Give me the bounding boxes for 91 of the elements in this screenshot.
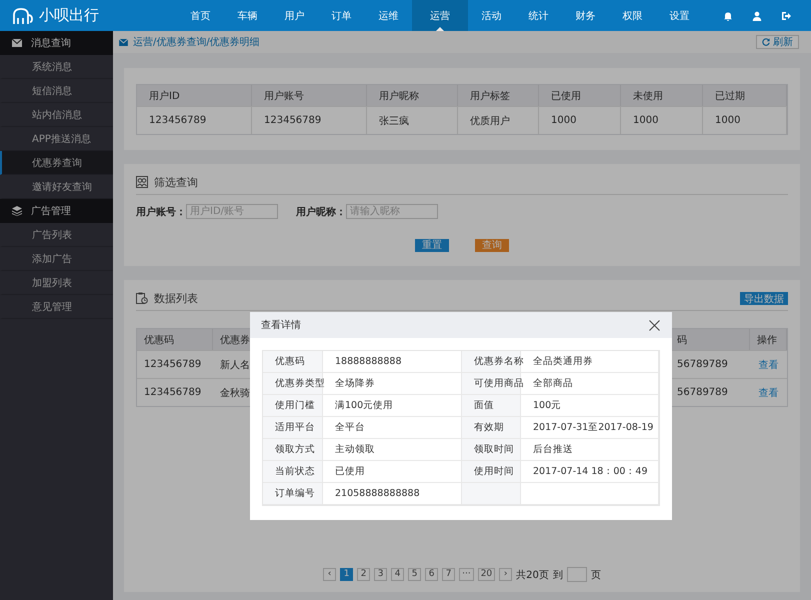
field-label: 用户昵称： xyxy=(296,205,346,218)
refresh-icon xyxy=(762,38,770,46)
group-label: 广告管理 xyxy=(31,204,71,218)
close-icon[interactable] xyxy=(649,320,660,330)
breadcrumb: 运营/优惠券查询/优惠券明细 xyxy=(133,36,260,49)
page-button[interactable]: 7 xyxy=(442,568,456,581)
table-cell: 张三疯 xyxy=(367,106,458,134)
page-unit: 页 xyxy=(590,568,601,582)
column-header: 已过期 xyxy=(703,85,787,106)
page-button[interactable]: 3 xyxy=(374,568,388,581)
page-input[interactable] xyxy=(566,567,587,582)
bell-icon[interactable] xyxy=(723,10,733,20)
detail-value: 100元 xyxy=(521,395,659,417)
detail-label: 优惠券名称 xyxy=(462,351,521,373)
goto-label: 到 xyxy=(552,568,563,582)
detail-label: 适用平台 xyxy=(263,417,323,439)
table-cell: 123456789 xyxy=(137,106,252,134)
section-title: 数据列表 xyxy=(154,290,198,306)
detail-value: 2017-07-14 18：00：49 xyxy=(521,461,659,483)
detail-label: 使用时间 xyxy=(462,461,521,483)
export-button[interactable]: 导出数据 xyxy=(740,292,788,304)
page-total: 共20页 xyxy=(516,568,549,582)
nav-tab[interactable]: 用户 xyxy=(271,0,318,31)
detail-label: 可使用商品 xyxy=(462,373,521,395)
nav-tab[interactable]: 运营 xyxy=(412,0,468,31)
nav-tab[interactable]: 活动 xyxy=(468,0,515,31)
column-header: 操作 xyxy=(750,329,787,350)
nav-tab[interactable]: 车辆 xyxy=(224,0,271,31)
table-cell: 123456789 xyxy=(252,106,367,134)
nav-tab[interactable]: 首页 xyxy=(177,0,224,31)
column-header: 用户ID xyxy=(137,85,252,106)
envelope-icon xyxy=(12,39,22,47)
detail-value: 2017-07-31至2017-08-19 xyxy=(521,417,659,439)
page-button[interactable]: 2 xyxy=(357,568,370,581)
people-icon xyxy=(136,176,148,188)
detail-label: 优惠码 xyxy=(263,351,323,373)
column-header: 用户昵称 xyxy=(367,85,458,106)
refresh-button[interactable]: 刷新 xyxy=(756,35,799,49)
page-button[interactable]: ··· xyxy=(459,568,474,581)
detail-label: 有效期 xyxy=(462,417,521,439)
app-logo-text: 小呗出行 xyxy=(39,6,99,25)
detail-label: 使用门槛 xyxy=(263,395,323,417)
detail-value: 后台推送 xyxy=(521,439,659,461)
table-cell: 1000 xyxy=(703,106,787,134)
nav-tab[interactable]: 统计 xyxy=(515,0,562,31)
detail-label: 优惠券类型 xyxy=(263,373,323,395)
envelope-icon xyxy=(119,38,128,46)
nav-tab[interactable]: 设置 xyxy=(656,0,703,31)
input-field[interactable]: 用户ID/账号 xyxy=(186,204,278,219)
table-cell: 1000 xyxy=(621,106,703,134)
sidebar-item[interactable]: 优惠券查询 xyxy=(0,151,113,175)
detail-label: 领取时间 xyxy=(462,439,521,461)
column-header: 用户标签 xyxy=(458,85,539,106)
page-button[interactable]: 4 xyxy=(391,568,404,581)
section-title: 筛选查询 xyxy=(154,174,198,190)
column-header: 优惠码 xyxy=(137,329,213,350)
detail-label: 订单编号 xyxy=(263,483,323,505)
detail-label: 当前状态 xyxy=(263,461,323,483)
sidebar-group[interactable]: 消息查询 xyxy=(0,31,113,55)
next-page-button[interactable]: › xyxy=(499,568,512,581)
layers-icon xyxy=(12,206,22,216)
sidebar-group[interactable]: 广告管理 xyxy=(0,199,113,223)
page-button[interactable]: 1 xyxy=(340,568,354,581)
elephant-logo-icon xyxy=(12,6,34,24)
nav-tab[interactable]: 权限 xyxy=(609,0,656,31)
page-button[interactable]: 20 xyxy=(478,568,496,581)
user-icon[interactable] xyxy=(752,10,762,20)
table-cell: 123456789 xyxy=(137,350,213,378)
dialog-title: 查看详情 xyxy=(261,318,301,332)
column-header: 未使用 xyxy=(621,85,703,106)
nav-tab[interactable]: 运维 xyxy=(365,0,412,31)
page-button[interactable]: 6 xyxy=(425,568,438,581)
column-header: 用户账号 xyxy=(252,85,367,106)
input-field[interactable]: 请输入昵称 xyxy=(346,204,438,219)
table-cell: 1000 xyxy=(539,106,621,134)
logout-icon[interactable] xyxy=(781,10,791,20)
action-button[interactable]: 重置 xyxy=(415,239,449,252)
nav-tab[interactable]: 财务 xyxy=(562,0,609,31)
detail-label: 面值 xyxy=(462,395,521,417)
nav-tab[interactable]: 订单 xyxy=(318,0,365,31)
clipboard-icon xyxy=(136,292,148,304)
view-link[interactable]: 查看 xyxy=(758,386,778,400)
table-cell: 123456789 xyxy=(137,378,213,406)
column-header: 已使用 xyxy=(539,85,621,106)
view-link[interactable]: 查看 xyxy=(758,358,778,372)
group-label: 消息查询 xyxy=(31,36,71,50)
prev-page-button[interactable]: ‹ xyxy=(323,568,336,581)
page-button[interactable]: 5 xyxy=(408,568,422,581)
detail-label: 领取方式 xyxy=(263,439,323,461)
table-cell: 优质用户 xyxy=(458,106,539,134)
field-label: 用户账号： xyxy=(136,205,186,218)
